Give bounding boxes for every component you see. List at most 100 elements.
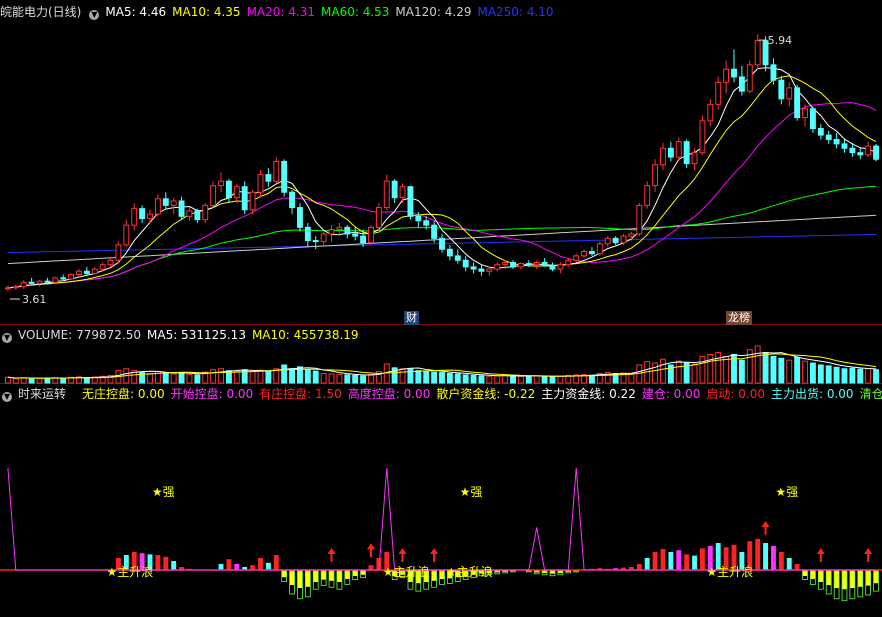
volume-bar [12,378,19,384]
ma-label-3: MA60: 4.53 [321,5,390,19]
volume-bar [754,345,761,384]
volume-bar [415,370,422,384]
volume-bar [817,364,824,384]
volume-bar [162,372,169,384]
candle-body [375,207,382,228]
indicator-bar [431,570,437,581]
candle-body [352,233,359,237]
indicator-bar [786,558,792,570]
candle-body [636,204,643,235]
candle-body [36,280,43,284]
indicator-title: 时来运转 [18,387,67,401]
volume-bar [36,377,43,384]
volume-bar [865,368,872,384]
volume-bar [281,364,288,384]
candle-body [383,180,390,209]
strong-signal-label: ★强 [152,485,175,499]
candle-body [202,204,209,221]
volume-bar [368,373,374,384]
volume-bar [462,374,469,384]
volume-bar [715,352,722,384]
volume-bar [628,373,635,384]
indicator-bar [273,555,279,570]
volume-bar [344,374,351,384]
indicator-bar [163,556,169,570]
main-wave-label: ★主升浪 [383,564,430,579]
ma-label-1: MA10: 4.35 [172,5,241,19]
volume-bar [699,355,706,384]
indicator-bar [794,564,800,570]
indicator-label-8: 主力出货: 0.00 [770,387,854,401]
volume-bar [533,375,540,384]
volume-ma5: MA5: 531125.13 [147,328,246,342]
candle-body [241,186,248,211]
candle-body [794,87,801,119]
volume-bar [786,359,793,384]
volume-bar [517,375,524,384]
indicator-bar [297,570,303,588]
indicator-bar [305,570,311,587]
tag-cai[interactable]: 财 [404,311,419,325]
indicator-bar [873,570,879,584]
candle-body [778,79,785,100]
strong-signal-label: ★强 [460,485,483,499]
indicator-bar [865,570,871,586]
candle-body [486,268,493,272]
candle-body [439,237,445,250]
candle-body [60,277,67,280]
volume-bar [841,368,848,384]
volume-bar [218,368,224,384]
indicator-label-6: 建仓: 0.00 [641,387,701,401]
candle-body [644,185,651,206]
collapse-icon[interactable]: ▼ [2,392,12,402]
candle-body [691,152,698,165]
indicator-bar [439,570,445,579]
collapse-icon[interactable]: ▼ [2,333,12,343]
volume-bar [636,364,643,384]
candle-body [565,259,572,266]
volume-bar [470,374,477,384]
indicator-label-5: 主力资金线: 0.22 [541,387,636,401]
volume-bar [439,372,445,384]
volume-bar [328,373,335,384]
volume-bar [431,371,438,384]
indicator-bar [226,559,232,570]
main-wave-label: ★主升浪 [107,564,154,579]
candle-body [68,274,75,280]
indicator-bar [834,570,840,588]
candle-body [257,174,264,193]
candle-body [454,255,461,261]
candle-body [162,198,169,206]
ma-label-5: MA250: 4.10 [477,5,554,19]
candle-body [139,208,146,220]
volume-bar [825,365,832,384]
candle-body [52,277,59,283]
candle-body [344,226,351,235]
indicator-bar [234,564,240,570]
volume-bar [873,369,880,384]
candle-body [391,180,398,199]
indicator-bar [281,570,287,578]
indicator-bar [155,555,161,570]
volume-bar [28,377,35,384]
candle-body [107,259,114,266]
indicator-bar [849,570,855,588]
candle-body [76,270,82,276]
candle-body [675,141,682,158]
collapse-icon[interactable]: ▼ [89,10,100,20]
volume-bar [660,358,666,384]
candle-body [233,186,240,199]
candle-body [849,147,856,154]
tag-longbang[interactable]: 龙榜 [726,311,752,325]
volume-bar [194,374,201,384]
volume-bar [249,371,256,384]
price-header: 皖能电力(日线) ▼ MA5: 4.46 MA10: 4.35 MA20: 4.31 MA… [0,4,566,20]
candle-body [857,152,864,156]
volume-title: VOLUME: 779872.50 [18,328,141,342]
candle-body [273,160,280,182]
candle-body [517,263,524,268]
candle-body [620,235,627,244]
ma-label-0: MA5: 4.46 [105,5,167,19]
volume-bar [557,375,564,384]
volume-bar [336,373,343,384]
